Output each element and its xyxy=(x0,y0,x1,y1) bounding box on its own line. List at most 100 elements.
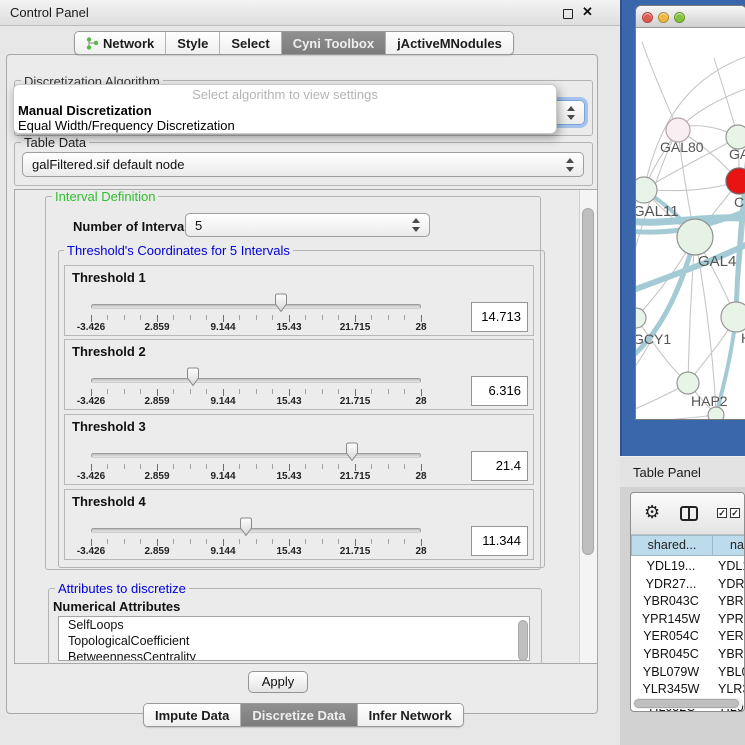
slider-track[interactable] xyxy=(91,453,421,458)
slider-tick xyxy=(107,539,108,544)
slider-tick xyxy=(239,315,240,320)
slider-tick xyxy=(355,315,356,322)
network-icon xyxy=(86,37,99,50)
threshold-panel-4: Threshold 4-3.4262.8599.14415.4321.71528… xyxy=(64,489,534,560)
table-cell[interactable]: YDL1 xyxy=(718,559,745,573)
mac-zoom-button[interactable] xyxy=(674,12,685,23)
table-cell[interactable]: YPR145W xyxy=(631,612,711,626)
attribute-item-topologicalcoefficient[interactable]: TopologicalCoefficient xyxy=(59,633,529,649)
tab-style[interactable]: Style xyxy=(166,32,220,54)
network-node-h[interactable] xyxy=(721,302,745,332)
network-node-label: C xyxy=(734,194,744,210)
table-cell[interactable]: YLR3 xyxy=(718,682,745,696)
slider-tick xyxy=(173,464,174,469)
attribute-item-selfloops[interactable]: SelfLoops xyxy=(59,617,529,633)
slider-tick xyxy=(157,389,158,396)
attribute-item-betweennesscentrality[interactable]: BetweennessCentrality xyxy=(59,649,529,661)
tab-network[interactable]: Network xyxy=(75,32,166,54)
slider-tick xyxy=(107,464,108,469)
network-edge xyxy=(636,237,695,376)
thresholds-group: Threshold 1-3.4262.8599.14415.4321.71528… xyxy=(58,250,545,568)
slider-thumb[interactable] xyxy=(185,367,201,387)
slider-thumb[interactable] xyxy=(344,442,360,462)
threshold-value-field[interactable]: 14.713 xyxy=(471,302,528,332)
attributes-list-scrollbar-thumb[interactable] xyxy=(518,620,528,661)
algorithm-option-equal-width-frequency-discretization[interactable]: Equal Width/Frequency Discretization xyxy=(14,118,556,133)
table-column-header-2[interactable]: na xyxy=(712,535,745,556)
slider-thumb[interactable] xyxy=(273,293,289,313)
float-window-icon[interactable] xyxy=(563,9,573,19)
bottom-tabs: Impute Data Discretize Data Infer Network xyxy=(143,703,464,727)
table-cell[interactable]: YBR043C xyxy=(631,594,711,608)
vertical-scrollbar[interactable] xyxy=(579,190,597,663)
horizontal-scrollbar[interactable] xyxy=(633,698,743,709)
split-columns-icon[interactable] xyxy=(680,506,698,521)
table-cell[interactable]: YDL19... xyxy=(631,559,711,573)
combo-arrows-icon xyxy=(566,157,575,173)
slider-tick xyxy=(289,315,290,322)
slider-tick-label: 21.715 xyxy=(340,396,371,407)
slider-track[interactable] xyxy=(91,378,421,383)
table-cell[interactable]: YBL079W xyxy=(631,665,711,679)
table-column-header-1[interactable]: shared... xyxy=(631,535,713,556)
network-canvas[interactable]: GAL80GACGAL11GAL4GCY1HHAP2 xyxy=(636,28,745,420)
slider-track[interactable] xyxy=(91,304,421,309)
network-node-gal11[interactable] xyxy=(636,177,657,203)
network-edge xyxy=(644,181,739,191)
network-window: GAL80GACGAL11GAL4GCY1HHAP2 xyxy=(635,5,745,420)
table-cell[interactable]: YPR1 xyxy=(718,612,745,626)
close-icon[interactable]: ✕ xyxy=(582,4,593,20)
number-of-intervals-combobox[interactable]: 5 xyxy=(185,213,430,237)
vertical-scrollbar-thumb[interactable] xyxy=(582,208,594,555)
network-node-c[interactable] xyxy=(726,168,745,194)
table-cell[interactable]: YBR0 xyxy=(718,594,745,608)
control-panel-titlebar: Control Panel ✕ xyxy=(0,0,620,26)
threshold-value-field[interactable]: 21.4 xyxy=(471,451,528,481)
slider-thumb[interactable] xyxy=(238,517,254,537)
gear-icon[interactable]: ⚙ xyxy=(644,502,660,523)
table-cell[interactable]: YDR2 xyxy=(718,577,745,591)
tab-jactivemnodules[interactable]: jActiveMNodules xyxy=(386,32,513,54)
table-cell[interactable]: YDR27... xyxy=(631,577,711,591)
bottom-tab-infer-network[interactable]: Infer Network xyxy=(358,704,463,726)
table-cell[interactable]: YBR045C xyxy=(631,647,711,661)
apply-button[interactable]: Apply xyxy=(248,671,308,693)
bottom-tab-impute-data[interactable]: Impute Data xyxy=(144,704,241,726)
mac-minimize-button[interactable] xyxy=(658,12,669,23)
table-cell[interactable]: YLR345W xyxy=(631,682,711,696)
algorithm-option-manual-discretization[interactable]: Manual Discretization xyxy=(14,103,556,118)
tab-cyni-toolbox[interactable]: Cyni Toolbox xyxy=(282,32,386,54)
numerical-attributes-list[interactable]: SelfLoopsTopologicalCoefficientBetweenne… xyxy=(58,616,530,661)
horizontal-scrollbar-thumb[interactable] xyxy=(634,699,739,708)
slider-tick xyxy=(404,539,405,544)
slider-tick xyxy=(371,389,372,394)
checked-checkbox-icon[interactable]: ✓ xyxy=(730,508,740,518)
slider-tick xyxy=(124,464,125,469)
network-node-hap2[interactable] xyxy=(677,372,699,394)
table-cell[interactable]: YBR0 xyxy=(718,647,745,661)
table-cell[interactable]: YBL0 xyxy=(718,665,745,679)
table-cell[interactable]: YER0 xyxy=(718,629,745,643)
table-cell[interactable]: YER054C xyxy=(631,629,711,643)
threshold-label: Threshold 3 xyxy=(72,419,146,434)
mac-close-button[interactable] xyxy=(642,12,653,23)
slider-tick-label: 2.859 xyxy=(144,396,169,407)
slider-tick xyxy=(91,539,92,546)
network-node-gal4[interactable] xyxy=(677,219,713,255)
bottom-tab-discretize-data[interactable]: Discretize Data xyxy=(241,704,357,726)
network-node-gcy1[interactable] xyxy=(636,308,646,328)
threshold-value-field[interactable]: 6.316 xyxy=(471,376,528,406)
slider-tick xyxy=(371,315,372,320)
table-data-combobox[interactable]: galFiltered.sif default node xyxy=(22,152,584,177)
table-panel-title: Table Panel xyxy=(633,465,701,480)
tab-select[interactable]: Select xyxy=(220,32,281,54)
slider-track[interactable] xyxy=(91,528,421,533)
combo-arrows-icon xyxy=(567,105,576,121)
tab-label: Discretize Data xyxy=(252,708,345,723)
slider-tick xyxy=(223,389,224,396)
network-view-frame: GAL80GACGAL11GAL4GCY1HHAP2 xyxy=(620,0,745,456)
slider-tick-label: 15.43 xyxy=(276,471,301,482)
checked-checkbox-icon[interactable]: ✓ xyxy=(717,508,727,518)
threshold-value-field[interactable]: 11.344 xyxy=(471,526,528,556)
algorithm-prompt-item[interactable]: Select algorithm to view settings xyxy=(14,86,556,103)
